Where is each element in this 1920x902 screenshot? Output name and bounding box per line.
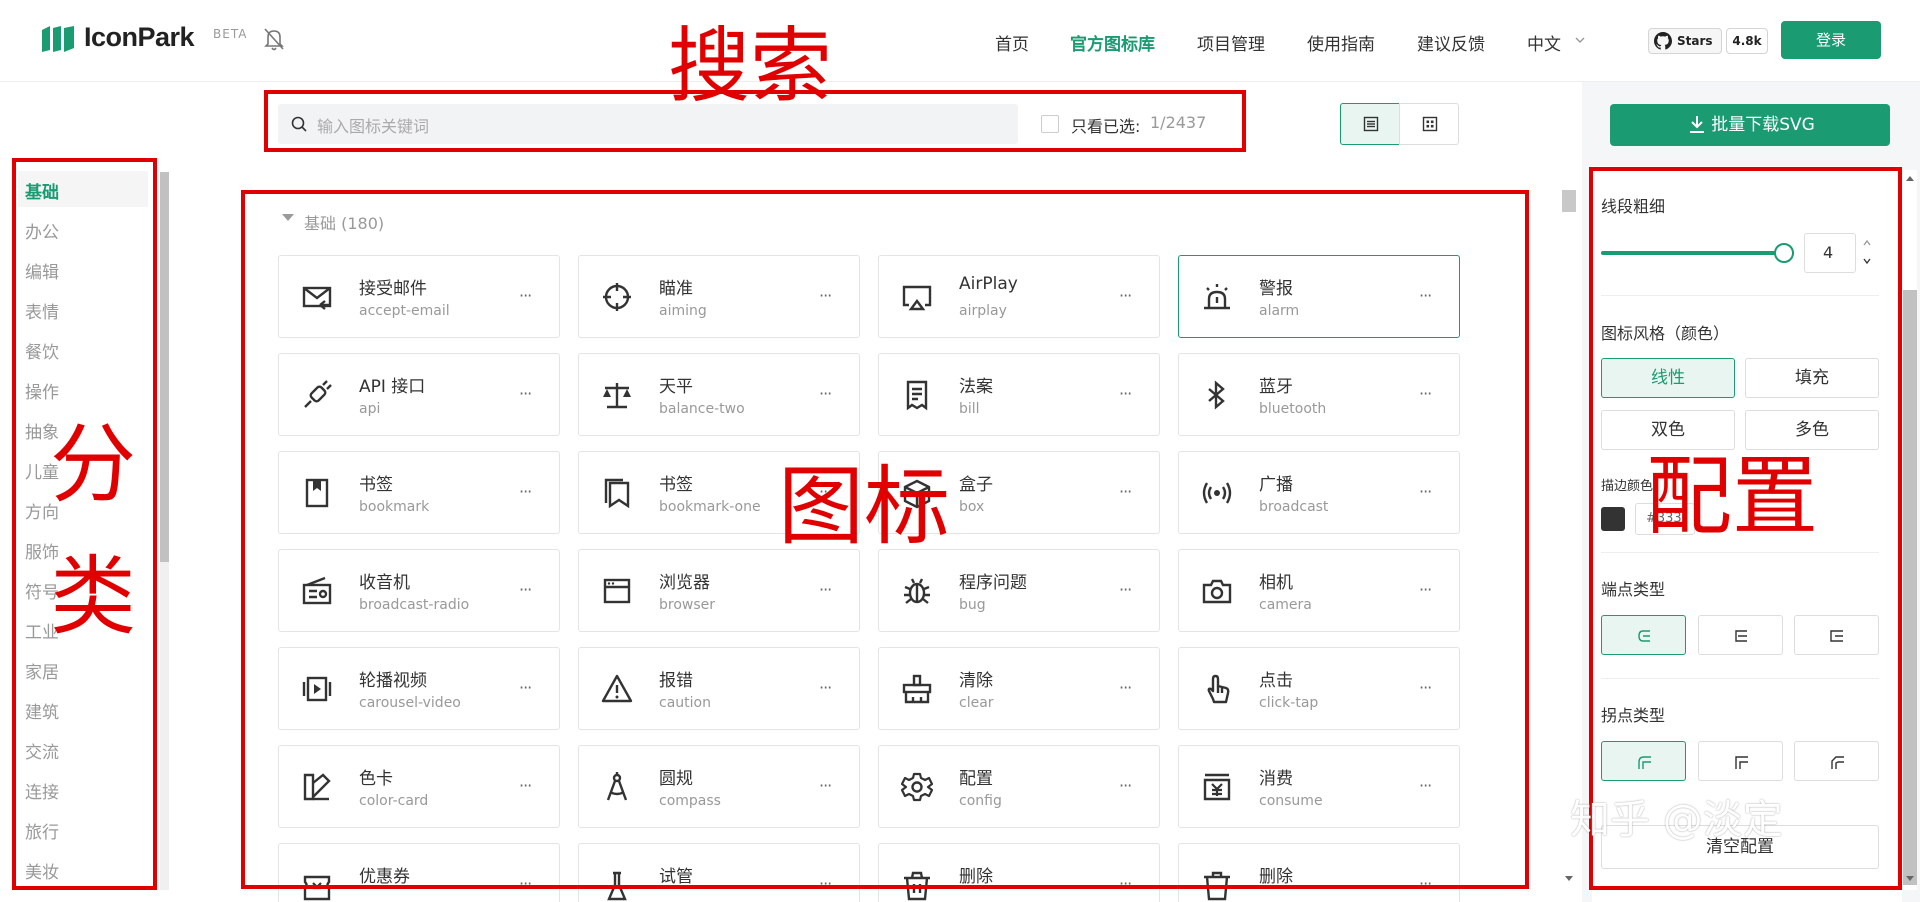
grid-view-button[interactable]: [1399, 103, 1459, 145]
main-scrollbar-thumb[interactable]: [1562, 190, 1576, 212]
logo-text[interactable]: IconPark: [84, 22, 195, 53]
list-view-icon: [1363, 116, 1379, 132]
annotation-icons-label: 图标: [778, 457, 950, 557]
scroll-down-arrow-icon[interactable]: [1906, 876, 1914, 881]
chevron-down-icon[interactable]: [1574, 34, 1586, 46]
list-view-button[interactable]: [1340, 103, 1400, 145]
grid-view-icon: [1422, 116, 1438, 132]
nav-home[interactable]: 首页: [995, 30, 1029, 55]
panel-scrollbar-thumb[interactable]: [1903, 290, 1917, 885]
sidebar-scrollbar-thumb[interactable]: [160, 172, 169, 562]
main-scrollbar[interactable]: [1560, 185, 1578, 890]
nav-feedback[interactable]: 建议反馈: [1417, 30, 1485, 55]
scroll-up-arrow-icon[interactable]: [1906, 176, 1914, 181]
nav-official-library[interactable]: 官方图标库: [1070, 30, 1155, 55]
download-icon: [1690, 116, 1704, 133]
zhihu-watermark: 知乎 @淡定: [1570, 797, 1783, 843]
annotation-category-label-2: 类: [50, 547, 136, 647]
nav-projects[interactable]: 项目管理: [1197, 30, 1265, 55]
bell-off-icon[interactable]: [262, 26, 286, 52]
login-button[interactable]: 登录: [1781, 21, 1881, 59]
scroll-down-arrow-icon[interactable]: [1565, 876, 1573, 881]
github-icon: [1654, 32, 1672, 50]
annotation-config-label: 配置: [1646, 447, 1818, 547]
language-select[interactable]: 中文: [1527, 30, 1561, 55]
beta-badge: BETA: [213, 27, 248, 41]
iconpark-logo-icon[interactable]: [40, 24, 76, 54]
nav-guide[interactable]: 使用指南: [1307, 30, 1375, 55]
top-header: IconPark BETA 首页 官方图标库 项目管理 使用指南 建议反馈 中文…: [0, 0, 1920, 82]
batch-download-button[interactable]: 批量下载SVG: [1610, 104, 1890, 146]
annotation-category-box: [12, 158, 157, 890]
annotation-search-label: 搜索: [668, 19, 833, 114]
annotation-category-label-1: 分: [50, 415, 136, 515]
github-star-count[interactable]: 4.8k: [1726, 28, 1768, 54]
